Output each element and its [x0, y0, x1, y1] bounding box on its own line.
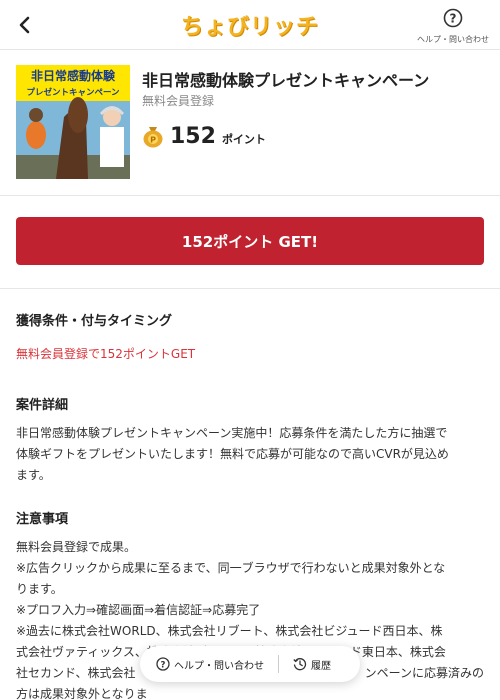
- details-line: 非日常感動体験プレゼントキャンペーン実施中！応募条件を満たした方に抽選で: [16, 426, 448, 440]
- details-body: 非日常感動体験プレゼントキャンペーン実施中！応募条件を満たした方に抽選で 体験ギ…: [16, 423, 484, 486]
- campaign-summary: 非日常感動体験 プレゼントキャンペーン 非日常感動体験プレゼントキャンペーン 無…: [0, 50, 500, 196]
- points-value: 152: [170, 123, 216, 149]
- conditions-heading: 獲得条件・付与タイミング: [16, 314, 173, 329]
- svg-text:?: ?: [450, 12, 457, 26]
- history-button[interactable]: 履歴: [293, 657, 331, 672]
- help-circle-icon: ?: [156, 657, 170, 671]
- notes-line: ※過去に株式会社WORLD、株式会社リブート、株式会社ビジュード西日本、株: [16, 624, 443, 638]
- notes-line: ンペーンに応募済みの: [364, 666, 484, 680]
- svg-text:?: ?: [161, 660, 166, 670]
- history-clock-icon: [293, 658, 307, 671]
- get-points-button[interactable]: 152ポイント GET!: [16, 217, 484, 265]
- details-heading: 案件詳細: [16, 398, 69, 413]
- floating-action-bar: ? ヘルプ・問い合わせ 履歴: [140, 646, 360, 682]
- history-label: 履歴: [311, 660, 331, 672]
- points-display: P 152 ポイント: [142, 122, 266, 150]
- floating-help-button[interactable]: ? ヘルプ・問い合わせ: [156, 657, 264, 672]
- help-button[interactable]: ? ヘルプ・問い合わせ: [414, 8, 492, 45]
- floating-help-label: ヘルプ・問い合わせ: [174, 660, 264, 672]
- campaign-subtitle: 無料会員登録: [142, 94, 215, 108]
- notes-line: 方は成果対象外となりま: [16, 687, 148, 700]
- cta-section: 152ポイント GET!: [0, 197, 500, 289]
- app-header: ちょびリッチ ? ヘルプ・問い合わせ: [0, 0, 500, 50]
- notes-line: ります。: [16, 582, 63, 596]
- campaign-title: 非日常感動体験プレゼントキャンペーン: [142, 71, 430, 90]
- notes-heading: 注意事項: [16, 512, 69, 527]
- thumb-text-line1: 非日常感動体験: [31, 68, 116, 83]
- points-unit: ポイント: [221, 133, 266, 146]
- svg-text:P: P: [150, 136, 156, 145]
- notes-line: 無料会員登録で成果。: [16, 540, 137, 554]
- floating-divider: [278, 655, 279, 673]
- help-label: ヘルプ・問い合わせ: [417, 35, 489, 44]
- details-line: 体験ギフトをプレゼントいたします！無料で応募が可能なので高いCVRが見込め: [16, 447, 449, 461]
- coin-bag-icon: P: [143, 127, 163, 148]
- thumb-text-line2: プレゼントキャンペーン: [26, 87, 120, 98]
- notes-line: 社セカンド、株式会社: [16, 666, 136, 680]
- campaign-thumbnail[interactable]: 非日常感動体験 プレゼントキャンペーン: [16, 65, 130, 179]
- notes-line: ※プロフ入力⇒確認画面⇒着信認証⇒応募完了: [16, 603, 261, 617]
- help-circle-icon: ?: [443, 8, 463, 28]
- details-line: ます。: [16, 468, 51, 482]
- campaign-details: 獲得条件・付与タイミング 無料会員登録で152ポイントGET 案件詳細 非日常感…: [16, 290, 484, 700]
- notes-line: ※広告クリックから成果に至るまで、同一ブラウザで行わないと成果対象外とな: [16, 561, 446, 575]
- conditions-text: 無料会員登録で152ポイントGET: [16, 347, 196, 361]
